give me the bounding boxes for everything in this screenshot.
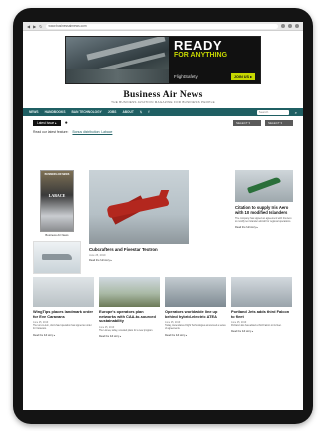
article-date: June 25, 2019: [99, 325, 115, 329]
search-icon[interactable]: ⌕: [295, 110, 297, 115]
site-tagline: THE BUSINESS AVIATION MAGAZINE FOR BUSIN…: [111, 100, 215, 104]
category-select[interactable]: SELECT ▾: [233, 119, 261, 126]
article-title[interactable]: Operators worldwide line up behind hybri…: [165, 309, 226, 319]
facebook-icon[interactable]: f: [148, 110, 149, 114]
main-menu: NEWS HANDBOOKS BAN TECHNOLOGY JOBS ABOUT…: [23, 108, 303, 116]
sub-bar: Latest Issue ▸ ● SELECT ▾ SELECT ▾: [23, 119, 303, 126]
menu-item-ban-technology[interactable]: BAN TECHNOLOGY: [71, 110, 101, 114]
tablet-frame: ◀ ▶ ↻ www.businessairnews.com READY FOR …: [13, 8, 313, 424]
site-logo[interactable]: Business Air News: [23, 90, 303, 100]
menu-item-about[interactable]: ABOUT: [122, 110, 133, 114]
article-image[interactable]: [231, 277, 292, 307]
latest-feature-bar: Read our latest feature: Bonus distribut…: [23, 130, 303, 134]
issue-label: Business Air News: [45, 233, 69, 237]
hero-article: Cubcrafters and Fivestar Textron June 25…: [89, 170, 189, 262]
article-body: The turn-to-turn, short-haul operation h…: [33, 325, 92, 331]
user-icon[interactable]: ●: [65, 120, 68, 126]
ad-banner[interactable]: READY FOR ANYTHING FlightSafety JOIN US …: [65, 36, 261, 84]
menu-item-news[interactable]: NEWS: [29, 110, 39, 114]
article-read-more[interactable]: Read the full story ▸: [33, 334, 94, 337]
side-title[interactable]: Citation to supply Iris Aero with 10 mod…: [235, 205, 293, 215]
hero-date: June 25, 2019: [89, 254, 106, 257]
browser-toolbar: ◀ ▶ ↻ www.businessairnews.com: [23, 22, 303, 31]
plane-shape: [42, 254, 72, 260]
article-date: June 25, 2019: [231, 321, 247, 325]
search-input[interactable]: Search: [256, 109, 289, 115]
back-icon[interactable]: ◀: [27, 24, 30, 29]
ad-text-block: READY FOR ANYTHING FlightSafety JOIN US …: [169, 37, 260, 83]
magazine-cover[interactable]: BUSINESS AIR NEWS LABACE: [40, 170, 74, 232]
article-image[interactable]: [33, 277, 94, 307]
article-image[interactable]: [165, 277, 226, 307]
menu-icon[interactable]: [295, 24, 299, 28]
ad-headline: READY: [174, 38, 223, 53]
article-card: WingTips places landmark order for Eve C…: [33, 277, 94, 338]
article-read-more[interactable]: Read the full story ▸: [165, 334, 226, 337]
cover-title: BUSINESS AIR NEWS: [44, 173, 70, 176]
aircraft-shape: [246, 176, 282, 194]
article-title[interactable]: WingTips places landmark order for Eve C…: [33, 309, 94, 319]
address-bar[interactable]: www.businessairnews.com: [45, 23, 278, 29]
latest-feature-link[interactable]: Bonus distribution: Labace: [72, 130, 112, 134]
article-image[interactable]: [99, 277, 160, 307]
hero-read-more[interactable]: Read the full story ▸: [89, 259, 189, 262]
tablet-screen: ◀ ▶ ↻ www.businessairnews.com READY FOR …: [23, 22, 303, 410]
latest-issue-button[interactable]: Latest Issue ▸: [33, 119, 61, 126]
region-select[interactable]: SELECT ▾: [265, 119, 293, 126]
article-date: June 25, 2019: [165, 321, 181, 325]
issue-column: BUSINESS AIR NEWS LABACE Business Air Ne…: [33, 170, 81, 282]
extension-icon[interactable]: [288, 24, 292, 28]
article-body: Today, Ascendance Flight Technologies an…: [165, 325, 226, 331]
forward-icon[interactable]: ▶: [33, 24, 36, 29]
hero-title[interactable]: Cubcrafters and Fivestar Textron: [89, 247, 189, 252]
twitter-icon[interactable]: 𝕏: [140, 110, 143, 114]
ad-photo: [66, 37, 169, 83]
menu-item-jobs[interactable]: JOBS: [108, 110, 117, 114]
city-shape: [66, 69, 169, 83]
menu-item-handbooks[interactable]: HANDBOOKS: [45, 110, 66, 114]
article-date: June 25, 2019: [33, 321, 49, 325]
article-card: Operators worldwide line up behind hybri…: [165, 277, 226, 338]
cover-headline: LABACE: [48, 193, 66, 198]
article-card: Europe's operators plan networks with CA…: [99, 277, 160, 338]
ad-brand: FlightSafety: [174, 74, 198, 79]
ad-footer: FlightSafety JOIN US ▸: [174, 73, 255, 80]
side-read-more[interactable]: Read the full story ▸: [235, 226, 293, 229]
side-body: The company has signed an agreement with…: [235, 217, 292, 224]
ad-cta-button[interactable]: JOIN US ▸: [230, 73, 255, 80]
latest-feature-prefix: Read our latest feature:: [33, 130, 69, 134]
hero-image[interactable]: [89, 170, 189, 244]
article-read-more[interactable]: Read the full story ▸: [99, 335, 160, 338]
article-read-more[interactable]: Read the full story ▸: [231, 330, 292, 333]
article-card: Portland Jets adds third Falcon to fleet…: [231, 277, 292, 338]
masthead: Business Air News THE BUSINESS AVIATION …: [23, 90, 303, 104]
side-image[interactable]: [235, 170, 293, 202]
ad-subheadline: FOR ANYTHING: [174, 52, 228, 59]
article-title[interactable]: Europe's operators plan networks with CA…: [99, 309, 160, 324]
extension-icon[interactable]: [281, 24, 285, 28]
sidebar-ad[interactable]: [33, 241, 81, 274]
side-article: Citation to supply Iris Aero with 10 mod…: [235, 170, 293, 229]
article-body: Portland Jets has added a third Falcon t…: [231, 325, 282, 328]
article-body: The Linnea, today, unveiled plans for a …: [99, 329, 154, 332]
article-grid: WingTips places landmark order for Eve C…: [33, 277, 293, 338]
reload-icon[interactable]: ↻: [39, 24, 42, 29]
article-title[interactable]: Portland Jets adds third Falcon to fleet: [231, 309, 292, 319]
